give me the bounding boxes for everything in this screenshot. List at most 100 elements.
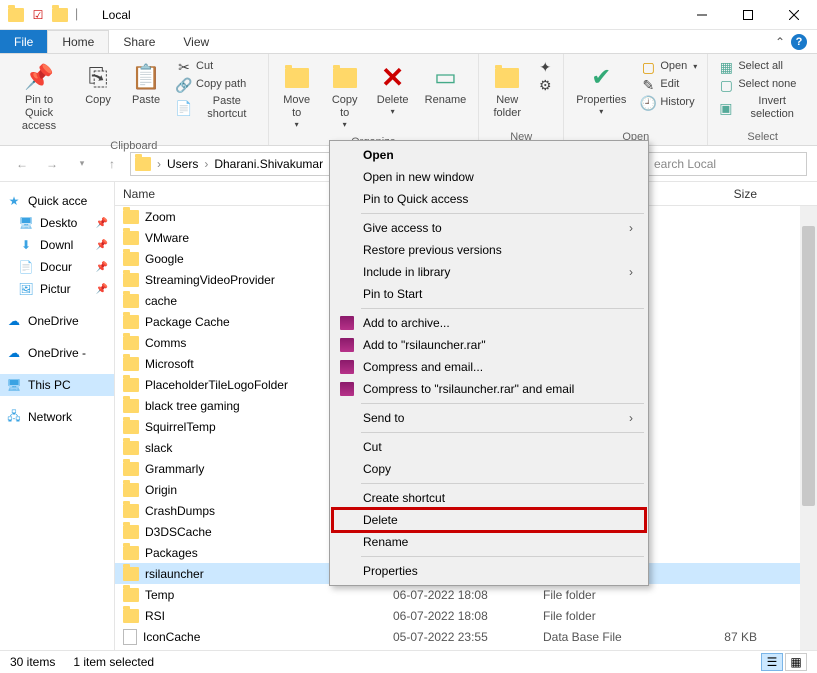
ctx-cut[interactable]: Cut — [333, 436, 645, 458]
file-date: 05-07-2022 23:55 — [385, 630, 535, 644]
edit-icon: ✎ — [640, 77, 656, 93]
sidebar-item-desktop[interactable]: 🖥Deskto📌 — [0, 212, 114, 234]
chevron-right-icon: › — [629, 411, 633, 425]
tab-file[interactable]: File — [0, 30, 47, 53]
cut-button[interactable]: ✂Cut — [172, 58, 262, 76]
ctx-delete[interactable]: Delete — [333, 509, 645, 531]
search-input[interactable]: earch Local — [647, 152, 807, 176]
folder-icon — [123, 420, 139, 434]
ctx-copy[interactable]: Copy — [333, 458, 645, 480]
ribbon-collapse-icon[interactable]: ⌃ — [775, 35, 785, 49]
chevron-right-icon: › — [629, 265, 633, 279]
ctx-send-to[interactable]: Send to› — [333, 407, 645, 429]
ctx-add-rar[interactable]: Add to "rsilauncher.rar" — [333, 334, 645, 356]
ctx-open[interactable]: Open — [333, 144, 645, 166]
open-button[interactable]: ▢Open▾ — [636, 58, 701, 76]
file-name: Zoom — [145, 210, 176, 224]
chevron-right-icon[interactable]: › — [204, 157, 208, 171]
new-folder-button[interactable]: New folder — [485, 58, 529, 129]
chevron-right-icon: › — [629, 221, 633, 235]
easy-access-button[interactable]: ⚙ — [533, 76, 557, 94]
file-name: Temp — [145, 588, 174, 602]
up-button[interactable]: ↑ — [100, 152, 124, 176]
ctx-pin-start[interactable]: Pin to Start — [333, 283, 645, 305]
crumb-user[interactable]: Dharani.Shivakumar — [210, 157, 327, 171]
sidebar-item-network[interactable]: 🖧Network — [0, 406, 114, 428]
scrollbar-thumb[interactable] — [802, 226, 815, 506]
ctx-create-shortcut[interactable]: Create shortcut — [333, 487, 645, 509]
crumb-users[interactable]: Users — [163, 157, 202, 171]
sidebar-item-documents[interactable]: 📄Docur📌 — [0, 256, 114, 278]
rename-button[interactable]: ▭Rename — [419, 58, 473, 134]
vertical-scrollbar[interactable] — [800, 206, 817, 650]
rar-icon — [339, 359, 355, 375]
ctx-include-library[interactable]: Include in library› — [333, 261, 645, 283]
folder-icon — [123, 588, 139, 602]
folder-icon — [123, 294, 139, 308]
close-button[interactable] — [771, 0, 817, 30]
file-name: Google — [145, 252, 184, 266]
folder-icon — [123, 252, 139, 266]
delete-button[interactable]: ✕Delete▾ — [371, 58, 415, 134]
ctx-compress-email[interactable]: Compress and email... — [333, 356, 645, 378]
minimize-button[interactable] — [679, 0, 725, 30]
paste-shortcut-button[interactable]: 📄Paste shortcut — [172, 94, 262, 122]
tab-home[interactable]: Home — [47, 30, 109, 53]
ctx-compress-rar-email[interactable]: Compress to "rsilauncher.rar" and email — [333, 378, 645, 400]
separator — [361, 556, 644, 557]
sidebar-item-onedrive-2[interactable]: ☁OneDrive - — [0, 342, 114, 364]
file-name: VMware — [145, 231, 189, 245]
file-name: rsilauncher — [145, 567, 204, 581]
qa-icon[interactable]: ☑ — [30, 7, 46, 23]
chevron-right-icon[interactable]: › — [157, 157, 161, 171]
copy-path-button[interactable]: 🔗Copy path — [172, 76, 262, 94]
sidebar-item-onedrive[interactable]: ☁OneDrive — [0, 310, 114, 332]
pin-quick-access-button[interactable]: 📌 Pin to Quick access — [6, 58, 72, 138]
rar-icon — [339, 381, 355, 397]
forward-button[interactable]: → — [40, 152, 64, 176]
tab-share[interactable]: Share — [109, 30, 169, 53]
file-name: D3DSCache — [145, 525, 212, 539]
ctx-restore-versions[interactable]: Restore previous versions — [333, 239, 645, 261]
copy-button[interactable]: ⎘ Copy — [76, 58, 120, 138]
ctx-open-new-window[interactable]: Open in new window — [333, 166, 645, 188]
open-icon: ▢ — [640, 59, 656, 75]
recent-button[interactable]: ▾ — [70, 152, 94, 176]
sidebar-item-pictures[interactable]: 🖼Pictur📌 — [0, 278, 114, 300]
copy-to-button[interactable]: Copy to▾ — [323, 58, 367, 134]
invert-icon: ▣ — [718, 100, 733, 116]
help-icon[interactable]: ? — [791, 34, 807, 50]
move-to-button[interactable]: Move to▾ — [275, 58, 319, 134]
sidebar-item-this-pc[interactable]: 🖥This PC — [0, 374, 114, 396]
sidebar-item-quick-access[interactable]: ★Quick acce — [0, 190, 114, 212]
ribbon-tabs: File Home Share View ⌃ ? — [0, 30, 817, 54]
file-row[interactable]: RSI06-07-2022 18:08File folder — [115, 605, 817, 626]
history-button[interactable]: 🕘History — [636, 94, 701, 112]
sidebar-item-downloads[interactable]: ⬇Downl📌 — [0, 234, 114, 256]
details-view-button[interactable]: ☰ — [761, 653, 783, 671]
paste-button[interactable]: 📋 Paste — [124, 58, 168, 138]
edit-button[interactable]: ✎Edit — [636, 76, 701, 94]
rar-icon — [339, 337, 355, 353]
col-size[interactable]: Size — [685, 187, 765, 201]
invert-selection-button[interactable]: ▣Invert selection — [714, 94, 811, 122]
ctx-give-access[interactable]: Give access to› — [333, 217, 645, 239]
select-all-button[interactable]: ▦Select all — [714, 58, 811, 76]
properties-button[interactable]: ✔Properties▾ — [570, 58, 632, 129]
file-name: Microsoft — [145, 357, 194, 371]
new-item-button[interactable]: ✦ — [533, 58, 557, 76]
tab-view[interactable]: View — [169, 30, 223, 53]
back-button[interactable]: ← — [10, 152, 34, 176]
maximize-button[interactable] — [725, 0, 771, 30]
ctx-add-archive[interactable]: Add to archive... — [333, 312, 645, 334]
file-icon — [123, 629, 137, 645]
ctx-properties[interactable]: Properties — [333, 560, 645, 582]
file-row[interactable]: IconCache05-07-2022 23:55Data Base File8… — [115, 626, 817, 647]
pin-icon: 📌 — [23, 62, 55, 94]
ctx-rename[interactable]: Rename — [333, 531, 645, 553]
file-row[interactable]: Temp06-07-2022 18:08File folder — [115, 584, 817, 605]
icons-view-button[interactable]: ▦ — [785, 653, 807, 671]
ctx-pin-quick-access[interactable]: Pin to Quick access — [333, 188, 645, 210]
nav-sidebar: ★Quick acce 🖥Deskto📌 ⬇Downl📌 📄Docur📌 🖼Pi… — [0, 182, 115, 650]
select-none-button[interactable]: ▢Select none — [714, 76, 811, 94]
